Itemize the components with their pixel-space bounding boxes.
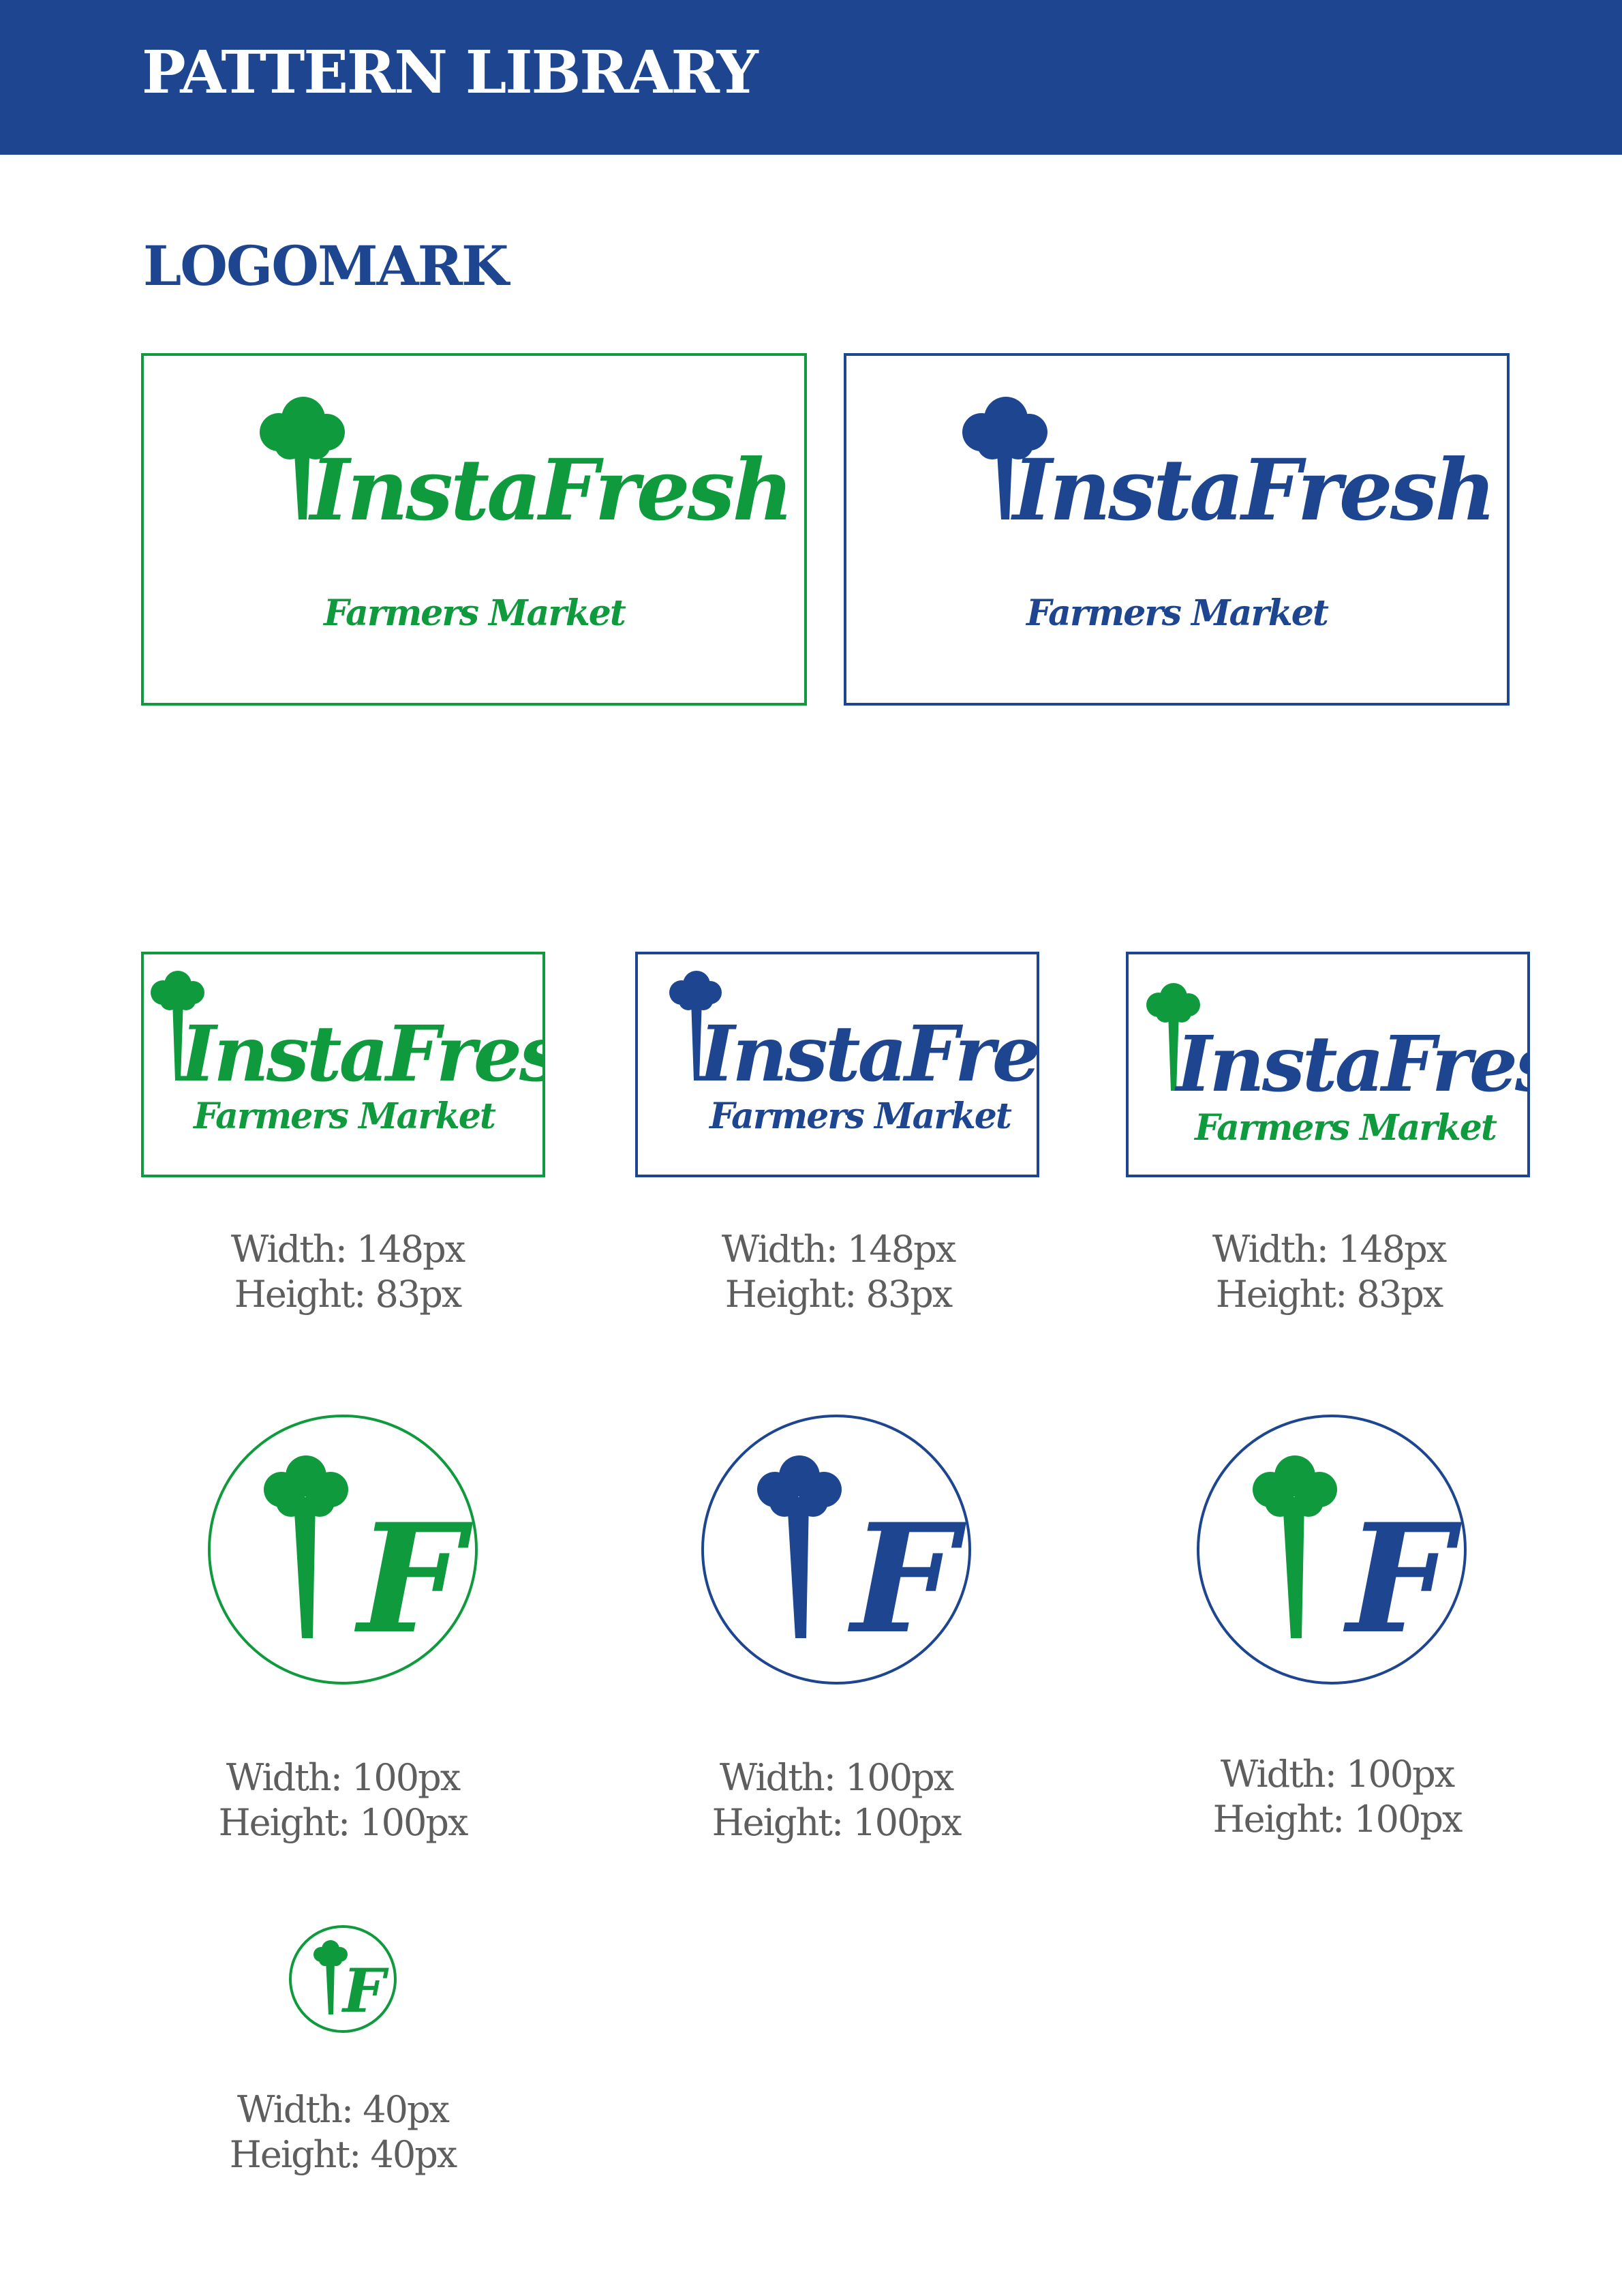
- brand-tagline: Farmers Market: [708, 1096, 1012, 1137]
- logo-graphic: InstaFresh Farmers Market: [962, 397, 1497, 634]
- dimension-caption: Width: 148px Height: 83px: [211, 1227, 484, 1317]
- width-label: Width: 100px: [719, 1756, 954, 1799]
- small-logo-blue: InstaFresh Farmers Market: [635, 952, 1039, 1177]
- header-bar: PATTERN LIBRARY: [0, 0, 1622, 155]
- dimension-caption: Width: 100px Height: 100px: [1201, 1752, 1473, 1842]
- icon-logo-blue: F: [700, 1413, 973, 1686]
- width-label: Width: 148px: [1212, 1228, 1447, 1271]
- brand-wordmark: InstaFresh: [1011, 441, 1494, 540]
- width-label: Width: 148px: [721, 1228, 956, 1271]
- large-logo-green: InstaFresh Farmers Market: [141, 353, 807, 706]
- height-label: Height: 83px: [1215, 1273, 1443, 1316]
- brand-wordmark: InstaFresh: [1174, 1020, 1527, 1109]
- height-label: Height: 100px: [218, 1801, 469, 1844]
- brand-tagline: Farmers Market: [322, 592, 626, 634]
- width-label: Width: 100px: [1220, 1753, 1455, 1796]
- small-logo-mixed: InstaFresh Farmers Market: [1126, 952, 1530, 1177]
- height-label: Height: 100px: [1212, 1798, 1463, 1841]
- height-label: Height: 83px: [724, 1273, 953, 1316]
- height-label: Height: 83px: [234, 1273, 462, 1316]
- brand-wordmark: InstaFresh: [697, 1010, 1037, 1099]
- logo-graphic: InstaFresh Farmers Market: [260, 397, 794, 634]
- dimension-caption: Width: 148px Height: 83px: [702, 1227, 975, 1317]
- monogram-badge: F: [289, 1925, 397, 2033]
- icon-logo-mixed: F: [1195, 1413, 1468, 1686]
- icon-logo-green: F: [206, 1413, 479, 1686]
- height-label: Height: 100px: [711, 1801, 962, 1844]
- small-logo-green: InstaFresh Farmers Market: [141, 952, 545, 1177]
- large-logo-blue: InstaFresh Farmers Market: [844, 353, 1510, 706]
- width-label: Width: 40px: [237, 2088, 450, 2131]
- dimension-caption: Width: 100px Height: 100px: [206, 1755, 479, 1845]
- monogram-letter: F: [1343, 1490, 1462, 1667]
- logo-graphic: InstaFresh Farmers Market: [669, 971, 1037, 1137]
- logo-graphic: InstaFresh Farmers Market: [151, 971, 542, 1137]
- monogram-letter: F: [354, 1490, 473, 1667]
- dimension-caption: Width: 148px Height: 83px: [1193, 1227, 1465, 1317]
- brand-wordmark: InstaFresh: [179, 1010, 542, 1099]
- monogram-badge: F: [701, 1415, 971, 1685]
- monogram-badge: F: [208, 1415, 478, 1685]
- dimension-caption: Width: 40px Height: 40px: [206, 2087, 479, 2177]
- width-label: Width: 148px: [230, 1228, 465, 1271]
- monogram-letter: F: [341, 1955, 389, 2026]
- brand-wordmark: InstaFresh: [308, 441, 791, 540]
- monogram-badge: F: [1197, 1415, 1467, 1685]
- dimension-caption: Width: 100px Height: 100px: [700, 1755, 973, 1845]
- section-title: LOGOMARK: [143, 234, 509, 298]
- height-label: Height: 40px: [229, 2133, 457, 2176]
- width-label: Width: 100px: [226, 1756, 461, 1799]
- icon-logo-small: F: [288, 1924, 397, 2034]
- page-title: PATTERN LIBRARY: [142, 38, 759, 107]
- brand-tagline: Farmers Market: [1025, 592, 1329, 634]
- brand-tagline: Farmers Market: [192, 1096, 496, 1137]
- brand-tagline: Farmers Market: [1193, 1107, 1497, 1149]
- logo-graphic: InstaFresh Farmers Market: [1146, 983, 1527, 1149]
- monogram-letter: F: [847, 1490, 966, 1667]
